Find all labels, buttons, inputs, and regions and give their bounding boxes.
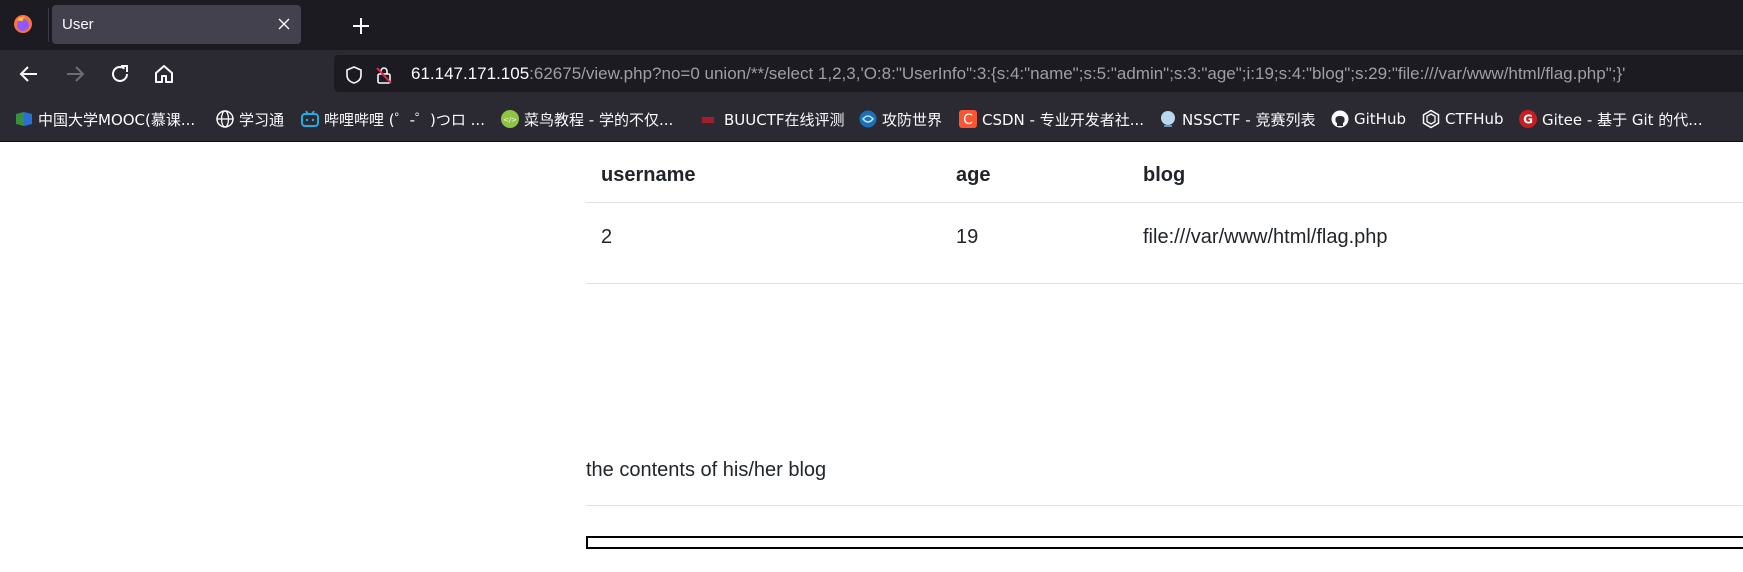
bookmark-mooc[interactable]: 中国大学MOOC(慕课... [14, 108, 195, 130]
svg-text:C: C [963, 112, 973, 128]
tab-title: User [62, 16, 94, 33]
tab-separator [48, 8, 49, 42]
bookmark-csdn[interactable]: C CSDN - 专业开发者社... [958, 108, 1144, 130]
cell-username: 2 [601, 226, 613, 248]
bookmark-bilibili[interactable]: 哔哩哔哩 (゜-゜)つロ ... [300, 108, 485, 130]
table-bottom-divider [586, 283, 1743, 284]
buuctf-icon [702, 117, 714, 123]
cell-blog: file:///var/www/html/flag.php [1143, 226, 1388, 248]
firefox-logo-icon[interactable] [13, 14, 33, 34]
bookmark-buuctf[interactable]: BUUCTF在线评测 [700, 108, 845, 130]
csdn-icon: C [959, 110, 977, 128]
ctfhub-icon [1422, 109, 1440, 129]
shield-icon[interactable] [344, 65, 364, 85]
url-path: :62675/view.php?no=0 union/**/select 1,2… [529, 64, 1626, 83]
table-header-divider [586, 202, 1743, 203]
reload-icon[interactable] [108, 62, 132, 86]
bilibili-icon [301, 110, 319, 127]
gitee-icon: G [1519, 110, 1537, 128]
bookmark-nssctf[interactable]: NSSCTF - 竞赛列表 [1158, 108, 1315, 130]
page-content: username age blog 2 19 file:///var/www/h… [0, 142, 1743, 572]
blog-contents-heading: the contents of his/her blog [586, 459, 827, 481]
forward-arrow-icon[interactable] [63, 62, 87, 86]
bookmark-runoob[interactable]: </> 菜鸟教程 - 学的不仅... [500, 108, 673, 130]
cell-age: 19 [956, 226, 979, 248]
bookmark-xuexitong[interactable]: 学习通 [215, 108, 284, 130]
bookmark-gitee[interactable]: G Gitee - 基于 Git 的代... [1518, 108, 1703, 130]
column-header-age: age [956, 164, 991, 186]
url-host: 61.147.171.105 [411, 64, 530, 83]
bookmark-adworld[interactable]: 攻防世界 [858, 108, 942, 130]
github-icon [1331, 110, 1349, 128]
tab-user[interactable]: User [52, 5, 301, 44]
insecure-lock-icon[interactable] [374, 65, 394, 85]
runoob-icon: </> [501, 110, 519, 128]
svg-text:G: G [1523, 113, 1533, 127]
bookmark-github[interactable]: GitHub [1330, 108, 1406, 130]
back-arrow-icon[interactable] [17, 62, 41, 86]
navigation-toolbar: 61.147.171.105:62675/view.php?no=0 union… [0, 50, 1743, 96]
blog-divider [586, 505, 1743, 506]
close-icon[interactable] [275, 15, 293, 33]
tab-strip: User [0, 0, 1743, 50]
globe-icon [216, 110, 234, 128]
new-tab-icon[interactable] [350, 15, 372, 37]
column-header-username: username [601, 164, 696, 186]
home-icon[interactable] [152, 62, 176, 86]
svg-text:</>: </> [503, 116, 517, 124]
bookmark-ctfhub[interactable]: CTFHub [1421, 108, 1504, 130]
url-text[interactable]: 61.147.171.105:62675/view.php?no=0 union… [411, 64, 1625, 84]
mooc-icon [16, 112, 32, 126]
blog-iframe[interactable] [586, 536, 1743, 549]
bookmarks-toolbar: 中国大学MOOC(慕课... 学习通 哔哩哔哩 (゜-゜)つロ ... </> … [0, 96, 1743, 142]
nssctf-icon [1161, 111, 1175, 127]
column-header-blog: blog [1143, 164, 1186, 186]
address-bar[interactable]: 61.147.171.105:62675/view.php?no=0 union… [334, 55, 1743, 92]
adworld-icon [859, 110, 877, 128]
